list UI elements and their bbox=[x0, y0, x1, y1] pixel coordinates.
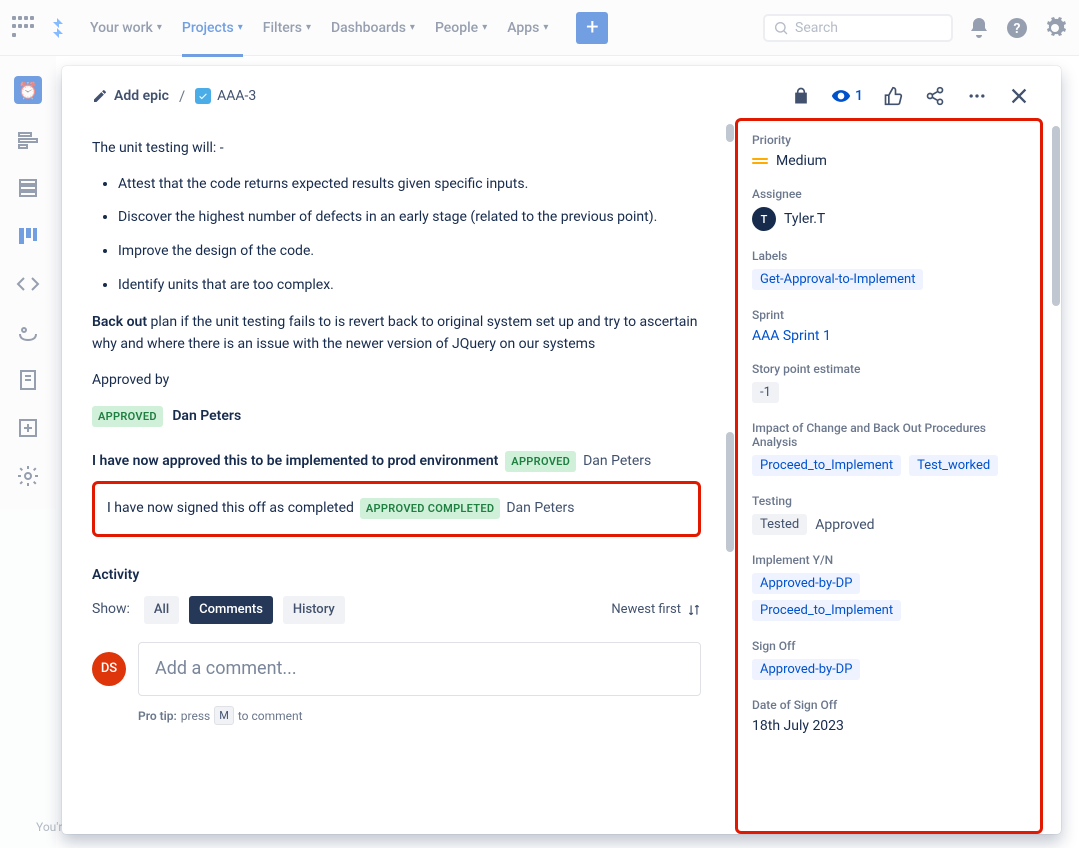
tab-all[interactable]: All bbox=[144, 596, 179, 624]
show-label: Show: bbox=[92, 599, 130, 621]
field-date-sign-off[interactable]: Date of Sign Off 18th July 2023 bbox=[752, 698, 1026, 734]
label-chip[interactable]: Test_worked bbox=[909, 455, 998, 476]
field-labels[interactable]: Labels Get-Approval-to-Implement bbox=[752, 249, 1026, 290]
list-item: Discover the highest number of defects i… bbox=[118, 207, 701, 229]
list-item: Identify units that are too complex. bbox=[118, 275, 701, 297]
more-actions-icon[interactable] bbox=[965, 84, 989, 108]
backlog-icon[interactable] bbox=[16, 176, 40, 200]
nav-your-work[interactable]: Your work▾ bbox=[90, 20, 162, 36]
project-avatar-icon[interactable]: ⏰ bbox=[14, 76, 42, 104]
back-out-paragraph: Back out plan if the unit testing fails … bbox=[92, 312, 701, 355]
priority-medium-icon bbox=[752, 153, 768, 169]
svg-text:?: ? bbox=[1014, 21, 1021, 37]
settings-icon[interactable] bbox=[1043, 16, 1067, 40]
breadcrumb-separator: / bbox=[179, 87, 185, 105]
field-testing[interactable]: Testing Tested Approved bbox=[752, 494, 1026, 535]
issue-type-icon bbox=[195, 88, 211, 104]
tab-history[interactable]: History bbox=[283, 596, 345, 624]
comment-input[interactable]: Add a comment... bbox=[138, 642, 701, 696]
label-chip[interactable]: Get-Approval-to-Implement bbox=[752, 269, 923, 290]
board-icon[interactable] bbox=[16, 224, 40, 248]
assignee-avatar: T bbox=[752, 207, 776, 231]
signoff-text: I have now signed this off as completed bbox=[107, 498, 354, 520]
label-chip[interactable]: Proceed_to_Implement bbox=[752, 600, 901, 621]
sort-newest-first[interactable]: Newest first bbox=[611, 600, 701, 620]
create-button[interactable]: + bbox=[576, 12, 608, 44]
approved-badge: APPROVED bbox=[92, 406, 163, 427]
close-icon[interactable] bbox=[1007, 84, 1031, 108]
unit-testing-list: Attest that the code returns expected re… bbox=[118, 174, 701, 297]
tab-comments[interactable]: Comments bbox=[189, 596, 273, 624]
search-icon bbox=[773, 20, 789, 36]
user-avatar: DS bbox=[92, 652, 126, 686]
field-priority[interactable]: Priority Medium bbox=[752, 133, 1026, 169]
roadmap-icon[interactable] bbox=[16, 128, 40, 152]
field-impact[interactable]: Impact of Change and Back Out Procedures… bbox=[752, 421, 1026, 476]
nav-people[interactable]: People▾ bbox=[435, 20, 487, 36]
field-story-points[interactable]: Story point estimate -1 bbox=[752, 362, 1026, 403]
nav-dashboards[interactable]: Dashboards▾ bbox=[331, 20, 415, 36]
label-chip[interactable]: Approved-by-DP bbox=[752, 659, 860, 680]
unit-testing-intro: The unit testing will: - bbox=[92, 138, 701, 160]
code-icon[interactable] bbox=[16, 272, 40, 296]
field-sprint[interactable]: Sprint AAA Sprint 1 bbox=[752, 308, 1026, 344]
nav-projects[interactable]: Projects▾ bbox=[182, 20, 243, 57]
watchers-button[interactable]: 1 bbox=[831, 86, 863, 106]
approver-name: Dan Peters bbox=[172, 408, 241, 424]
approved-badge: APPROVED bbox=[505, 451, 576, 472]
project-sidebar: ⏰ bbox=[0, 56, 56, 848]
issue-description-panel: The unit testing will: - Attest that the… bbox=[62, 118, 735, 834]
approved-completed-badge: APPROVED COMPLETED bbox=[360, 498, 500, 519]
label-chip[interactable]: Proceed_to_Implement bbox=[752, 455, 901, 476]
keyboard-key: M bbox=[214, 706, 234, 725]
pencil-icon bbox=[92, 88, 108, 104]
field-assignee[interactable]: Assignee T Tyler.T bbox=[752, 187, 1026, 231]
project-settings-icon[interactable] bbox=[16, 464, 40, 488]
eye-icon bbox=[831, 86, 851, 106]
field-sign-off[interactable]: Sign Off Approved-by-DP bbox=[752, 639, 1026, 680]
top-nav: Your work▾ Projects▾ Filters▾ Dashboards… bbox=[0, 0, 1079, 56]
vote-icon[interactable] bbox=[881, 84, 905, 108]
activity-section: Activity Show: All Comments History Newe… bbox=[92, 565, 701, 726]
pro-tip-text: Pro tip: press M to comment bbox=[138, 706, 701, 725]
lock-icon[interactable] bbox=[789, 84, 813, 108]
issue-modal: Add epic / AAA-3 1 The unit testing will… bbox=[62, 66, 1061, 834]
left-scrollbar[interactable] bbox=[725, 122, 735, 834]
prod-approval-statement: I have now approved this to be implement… bbox=[92, 451, 701, 473]
modal-header: Add epic / AAA-3 1 bbox=[62, 66, 1061, 118]
notifications-icon[interactable] bbox=[967, 16, 991, 40]
issue-key-link[interactable]: AAA-3 bbox=[217, 88, 256, 104]
app-switcher-icon[interactable] bbox=[12, 16, 36, 40]
nav-filters[interactable]: Filters▾ bbox=[263, 20, 311, 36]
label-chip: Tested bbox=[752, 514, 807, 535]
share-icon[interactable] bbox=[923, 84, 947, 108]
nav-apps[interactable]: Apps▾ bbox=[507, 20, 548, 36]
sort-icon bbox=[687, 603, 701, 617]
issue-details-panel: Priority Medium Assignee T Tyler.T Label… bbox=[735, 118, 1061, 834]
details-highlight-box: Priority Medium Assignee T Tyler.T Label… bbox=[735, 118, 1043, 834]
pages-icon[interactable] bbox=[16, 368, 40, 392]
approved-by-label: Approved by bbox=[92, 370, 701, 392]
field-implement-yn[interactable]: Implement Y/N Approved-by-DP Proceed_to_… bbox=[752, 553, 1026, 621]
add-shortcut-icon[interactable] bbox=[16, 416, 40, 440]
search-input[interactable]: Search bbox=[763, 14, 953, 42]
activity-title: Activity bbox=[92, 565, 701, 587]
signoff-highlight-box: I have now signed this off as completed … bbox=[92, 481, 701, 537]
add-epic-button[interactable]: Add epic bbox=[114, 88, 169, 104]
list-item: Improve the design of the code. bbox=[118, 241, 701, 263]
approved-by-row: APPROVED Dan Peters bbox=[92, 406, 701, 428]
label-chip[interactable]: Approved-by-DP bbox=[752, 573, 860, 594]
jira-logo-icon[interactable] bbox=[46, 16, 70, 40]
list-item: Attest that the code returns expected re… bbox=[118, 174, 701, 196]
releases-icon[interactable] bbox=[16, 320, 40, 344]
right-scrollbar[interactable] bbox=[1051, 122, 1061, 834]
signoff-name: Dan Peters bbox=[506, 498, 574, 520]
help-icon[interactable]: ? bbox=[1005, 16, 1029, 40]
sprint-link[interactable]: AAA Sprint 1 bbox=[752, 328, 831, 344]
